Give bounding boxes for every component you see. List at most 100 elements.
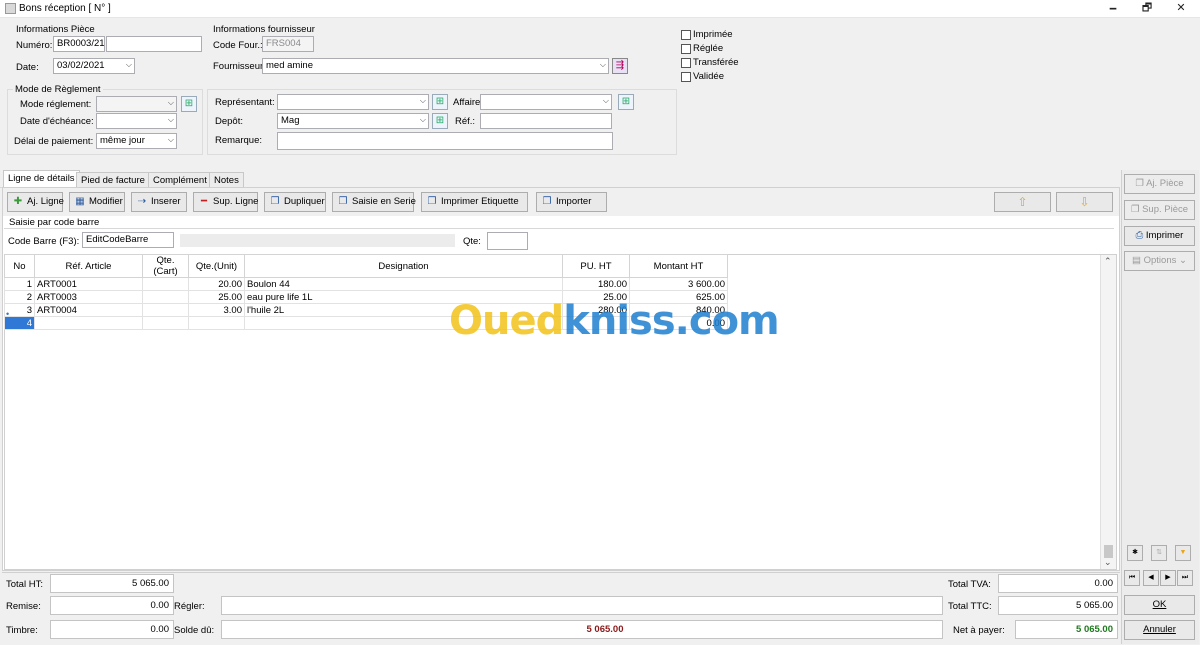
fournisseur-value: med amine — [266, 60, 313, 71]
fournisseur-label: Fournisseur: — [213, 61, 266, 72]
sup-ligne-button[interactable]: ━ Sup. Ligne — [193, 192, 258, 212]
sup-piece-button[interactable]: ❐ Sup. Pièce — [1124, 200, 1195, 220]
table-row[interactable]: 1 ART0001 20.00 Boulon 44 180.00 3 600.00 — [4, 277, 728, 291]
net-value: 5 065.00 — [1015, 620, 1118, 639]
grid-add-icon[interactable]: ⊞ — [618, 94, 634, 110]
piece-group-title: Informations Pièce — [16, 24, 95, 35]
col-no[interactable]: No — [4, 254, 35, 278]
fournisseur-card-icon[interactable]: ⇶ — [612, 58, 628, 74]
chevron-down-icon: ⌵ — [602, 96, 609, 105]
scroll-up-icon[interactable]: ⌃ — [1104, 256, 1112, 267]
code-four-label: Code Four.: — [213, 40, 263, 51]
maximize-button[interactable]: 🗗 — [1128, 0, 1166, 18]
tab-pied-facture[interactable]: Pied de facture — [76, 172, 150, 187]
asterisk-icon[interactable]: ✱ — [1127, 545, 1143, 561]
delete-doc-icon: ❐ — [1130, 204, 1143, 215]
col-montant-ht[interactable]: Montant HT — [629, 254, 728, 278]
date-picker[interactable]: 03/02/2021 ⌵ — [53, 58, 135, 74]
timbre-field[interactable]: 0.00 — [50, 620, 174, 639]
checkbox-icon[interactable] — [681, 72, 691, 82]
col-qte-unit[interactable]: Qte.(Unit) — [188, 254, 245, 278]
solde-value: 5 065.00 — [221, 620, 943, 639]
col-designation[interactable]: Designation — [244, 254, 563, 278]
delai-combo[interactable]: même jour ⌵ — [96, 133, 177, 149]
solde-label: Solde dû: — [174, 625, 215, 636]
col-ref-article[interactable]: Réf. Article — [34, 254, 143, 278]
numero-label: Numéro: — [16, 40, 53, 51]
saisie-serie-button[interactable]: ❐ Saisie en Serie — [332, 192, 416, 212]
close-button[interactable]: ✕ — [1162, 0, 1200, 18]
imprimer-etiquette-button[interactable]: ❐ Imprimer Etiquette — [421, 192, 528, 212]
col-qte-cart[interactable]: Qte.(Cart) — [142, 254, 189, 278]
depot-label: Depôt: — [215, 116, 243, 127]
filter-icon[interactable]: ▼ — [1175, 545, 1191, 561]
importer-button[interactable]: ❐ Importer — [536, 192, 607, 212]
barcode-info-bar — [180, 234, 455, 247]
scroll-down-icon[interactable]: ⌄ — [1104, 557, 1112, 568]
affaire-combo[interactable]: ⌵ — [480, 94, 612, 110]
checkbox-icon[interactable] — [681, 44, 691, 54]
grid-add-icon[interactable]: ⊞ — [432, 94, 448, 110]
qte-label: Qte: — [463, 236, 481, 247]
reglement-group-title: Mode de Règlement — [13, 84, 103, 95]
depot-combo[interactable]: Mag ⌵ — [277, 113, 429, 129]
numero-field[interactable]: BR0003/21 — [53, 36, 105, 52]
numero-suffix-field[interactable] — [106, 36, 202, 52]
checkbox-icon[interactable] — [681, 30, 691, 40]
barcode-label: Code Barre (F3): — [8, 236, 80, 247]
options-button[interactable]: ▤ Options ⌄ — [1124, 251, 1195, 271]
fournisseur-group-title: Informations fournisseur — [213, 24, 315, 35]
chevron-down-icon: ⌵ — [167, 135, 174, 144]
barcode-field[interactable]: EditCodeBarre — [82, 232, 174, 248]
tab-notes[interactable]: Notes — [209, 172, 244, 187]
annuler-button[interactable]: Annuler — [1124, 620, 1195, 640]
grid-add-icon[interactable]: ⊞ — [181, 96, 197, 112]
fournisseur-combo[interactable]: med amine ⌵ — [262, 58, 609, 74]
ref-field[interactable] — [480, 113, 612, 129]
date-value: 03/02/2021 — [57, 60, 105, 71]
dupliquer-button[interactable]: ❐ Dupliquer — [264, 192, 326, 212]
tab-complement[interactable]: Complément — [148, 172, 212, 187]
plus-icon: ✚ — [13, 196, 23, 207]
code-four-field[interactable]: FRS004 — [262, 36, 314, 52]
prev-record-icon[interactable]: ◀ — [1143, 570, 1159, 586]
watermark-text: Ouedkniss.com — [449, 298, 780, 344]
grid-scrollbar[interactable]: ⌃ ⌄ — [1100, 255, 1116, 569]
modifier-button[interactable]: ▦ Modifier — [69, 192, 125, 212]
new-row-marker-icon: • — [6, 309, 10, 319]
app-icon — [5, 3, 16, 14]
ouedkniss-watermark: Ouedkniss.com — [449, 298, 780, 344]
move-down-icon[interactable]: ⇩ — [1056, 192, 1113, 212]
remise-field[interactable]: 0.00 — [50, 596, 174, 615]
ok-button[interactable]: OK — [1124, 595, 1195, 615]
minimize-button[interactable]: 🗕 — [1094, 0, 1132, 18]
tab-ligne-details[interactable]: Ligne de détails — [3, 170, 80, 187]
sort-icon[interactable]: ⇅ — [1151, 545, 1167, 561]
imprimer-button[interactable]: ⎙ Imprimer — [1124, 226, 1195, 246]
title-bar: Bons réception [ N° ] 🗕 🗗 ✕ — [0, 0, 1200, 18]
regler-field[interactable] — [221, 596, 943, 615]
first-record-icon[interactable]: ⏮ — [1124, 570, 1140, 586]
chevron-down-icon: ⌵ — [599, 60, 606, 69]
insert-row-icon: ⇢ — [137, 196, 147, 207]
options-icon: ▤ — [1132, 255, 1144, 266]
minus-icon: ━ — [200, 196, 208, 207]
chevron-down-icon: ⌵ — [419, 115, 426, 124]
grid-add-icon[interactable]: ⊞ — [432, 113, 448, 129]
move-up-icon[interactable]: ⇧ — [994, 192, 1051, 212]
echeance-combo[interactable]: ⌵ — [96, 113, 177, 129]
aj-piece-button[interactable]: ❐ Aj. Pièce — [1124, 174, 1195, 194]
mode-reglement-combo[interactable]: ⌵ — [96, 96, 177, 112]
total-ttc-label: Total TTC: — [948, 601, 992, 612]
last-record-icon[interactable]: ⏭ — [1177, 570, 1193, 586]
inserer-button[interactable]: ⇢ Inserer — [131, 192, 187, 212]
checkbox-icon[interactable] — [681, 58, 691, 68]
representant-combo[interactable]: ⌵ — [277, 94, 429, 110]
next-record-icon[interactable]: ▶ — [1160, 570, 1176, 586]
qte-field[interactable] — [487, 232, 528, 250]
chevron-down-icon: ⌄ — [1179, 255, 1187, 266]
aj-ligne-button[interactable]: ✚ Aj. Ligne — [7, 192, 64, 212]
remarque-field[interactable] — [277, 132, 613, 150]
col-pu-ht[interactable]: PU. HT — [562, 254, 630, 278]
chevron-down-icon: ⌵ — [167, 115, 174, 124]
